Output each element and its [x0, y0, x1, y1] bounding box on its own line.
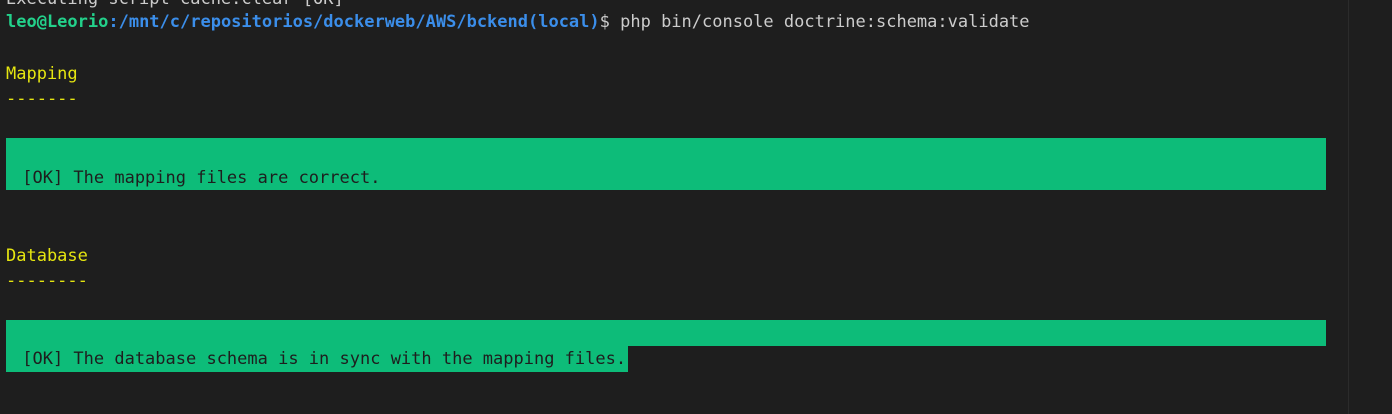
- terminal-window[interactable]: Executing script cache:clear [OK] leo@Le…: [0, 0, 1392, 414]
- prompt-line: leo@Leorio:/mnt/c/repositorios/dockerweb…: [6, 11, 1030, 33]
- prompt-path: :/mnt/c/repositorios/dockerweb/AWS/bcken…: [108, 12, 600, 32]
- ok-message-mapping: [OK] The mapping files are correct.: [12, 168, 381, 188]
- section-underline-database: --------: [6, 271, 88, 291]
- section-title-mapping: Mapping: [6, 64, 78, 84]
- ok-message-database: [OK] The database schema is in sync with…: [6, 346, 629, 372]
- ok-banner-mapping: [OK] The mapping files are correct.: [6, 138, 1326, 190]
- previous-output-line: Executing script cache:clear [OK]: [6, 0, 344, 10]
- ok-banner-database-top: [6, 320, 1326, 346]
- command-text: php bin/console doctrine:schema:validate: [609, 12, 1030, 32]
- prompt-user-host: leo@Leorio: [6, 12, 109, 32]
- section-underline-mapping: -------: [6, 89, 78, 109]
- scrollbar[interactable]: [1349, 0, 1392, 414]
- prompt-symbol: $: [599, 12, 610, 32]
- section-title-database: Database: [6, 246, 88, 266]
